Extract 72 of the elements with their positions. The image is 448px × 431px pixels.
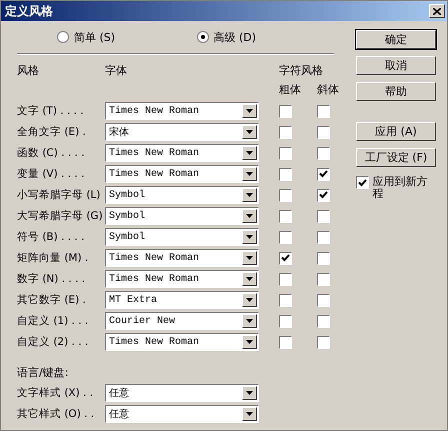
column-header: 风格 [17,63,40,79]
checkbox[interactable] [317,294,330,306]
style-label: 大写希腊字母 (G) [17,209,104,223]
checkbox[interactable] [317,126,330,138]
style-label: 矩阵向量 (M) . [17,251,90,265]
column-header: 字符风格 [279,63,323,79]
dialog-button[interactable]: 工厂设定 (F) [356,148,436,167]
style-label: 数字 (N) . . . . [17,272,86,286]
font-dropdown[interactable]: 任意 [105,405,259,423]
style-label: 全角文字 (E) . [17,125,87,139]
checkbox[interactable] [317,168,330,180]
checkbox[interactable] [279,294,292,306]
checkbox[interactable] [317,336,330,348]
dialog-button[interactable]: 应用 (A) [356,122,436,141]
checkbox[interactable] [279,252,292,264]
checkbox[interactable] [279,272,292,286]
checkbox[interactable] [279,126,292,138]
checkbox-label[interactable]: 应用到新方程 [372,176,436,200]
checkbox[interactable] [279,336,292,348]
section-label: 语言/键盘: [17,365,70,380]
font-dropdown[interactable]: Times New Roman [105,102,259,120]
close-button[interactable] [429,4,445,18]
column-header: 粗体 [279,82,301,98]
checkbox[interactable] [279,314,292,328]
style-label: 其它数字 (E) . [17,293,87,307]
checkbox[interactable] [279,210,292,222]
font-dropdown[interactable]: 宋体 [105,123,259,141]
dialog-button[interactable]: 帮助 [356,82,436,101]
radio-button[interactable] [57,31,69,43]
font-dropdown[interactable]: Times New Roman [105,165,259,183]
font-dropdown[interactable]: Times New Roman [105,333,259,351]
style-label: 小写希腊字母 (L) [17,188,102,202]
dialog-button[interactable]: 取消 [356,56,436,75]
checkbox[interactable] [317,146,330,160]
checkbox[interactable] [317,252,330,264]
checkbox[interactable] [279,104,292,118]
font-dropdown[interactable]: Times New Roman [105,270,259,288]
dialog-button[interactable]: 确定 [356,30,436,49]
style-label: 自定义 (1) . . . [17,314,90,328]
style-label: 文字 (T) . . . . [17,104,85,118]
style-label: 其它样式 (O) . . [17,407,96,421]
radio-label[interactable]: 高级 (D) [214,30,256,44]
radio-button[interactable] [196,31,208,43]
column-header: 字体 [105,63,128,79]
checkbox[interactable] [279,230,292,244]
font-dropdown[interactable]: Symbol [105,207,259,225]
checkbox[interactable] [317,188,330,202]
checkbox[interactable] [317,314,330,328]
font-dropdown[interactable]: Symbol [105,228,259,246]
font-dropdown[interactable]: Times New Roman [105,144,259,162]
font-dropdown[interactable]: 任意 [105,384,259,402]
checkbox[interactable] [317,230,330,244]
column-header: 斜体 [317,82,339,98]
checkbox[interactable] [279,146,292,160]
checkbox[interactable] [317,272,330,286]
style-label: 符号 (B) . . . . [17,230,86,244]
checkbox[interactable] [317,210,330,222]
style-label: 变量 (V) . . . . [17,167,86,181]
style-label: 文字样式 (X) . . [17,386,94,400]
checkbox[interactable] [317,104,330,118]
window-title: 定义风格 [5,2,53,20]
checkbox[interactable] [279,188,292,202]
font-dropdown[interactable]: Times New Roman [105,249,259,267]
font-dropdown[interactable]: MT Extra [105,291,259,309]
style-label: 自定义 (2) . . . [17,335,90,349]
checkbox[interactable] [356,176,369,189]
style-label: 函数 (C) . . . . [17,146,86,160]
checkbox[interactable] [279,168,292,180]
radio-label[interactable]: 简单 (S) [74,30,116,44]
close-icon[interactable] [433,8,441,14]
font-dropdown[interactable]: Symbol [105,186,259,204]
font-dropdown[interactable]: Courier New [105,312,259,330]
